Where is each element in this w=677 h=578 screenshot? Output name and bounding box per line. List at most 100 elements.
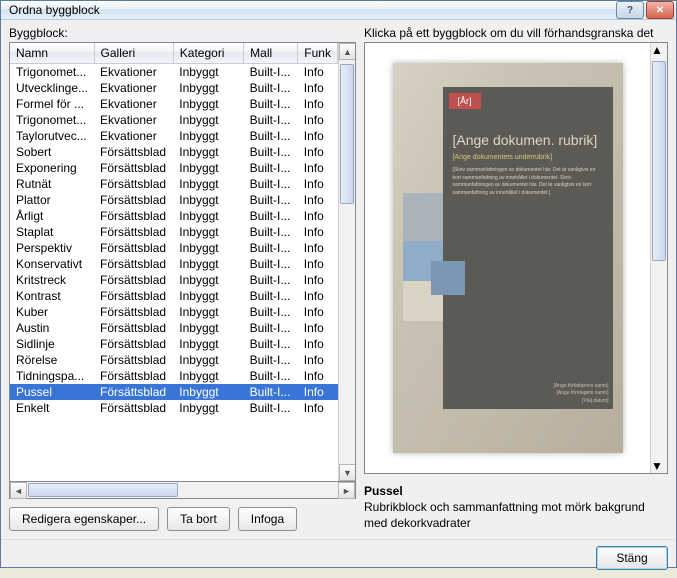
scroll-track[interactable] [339,60,355,464]
titlebar: Ordna byggblock ? ✕ [1,1,676,20]
cell-kategori: Inbyggt [173,80,243,96]
cell-kategori: Inbyggt [173,128,243,144]
vertical-scrollbar[interactable]: ▲ ▼ [338,43,355,481]
cell-mall: Built-I... [244,336,298,352]
col-kategori[interactable]: Kategori [173,43,243,64]
table-row[interactable]: PusselFörsättsbladInbyggtBuilt-I...Info [10,384,338,400]
col-mall[interactable]: Mall [244,43,298,64]
scroll-down-icon[interactable]: ▼ [651,459,667,473]
cell-kategori: Inbyggt [173,240,243,256]
cell-mall: Built-I... [244,240,298,256]
scroll-down-icon[interactable]: ▼ [339,464,356,481]
cell-funk: Info [298,240,338,256]
cell-galleri: Försättsblad [94,144,173,160]
col-galleri[interactable]: Galleri [94,43,173,64]
left-label: Byggblock: [9,26,356,40]
right-pane: Klicka på ett byggblock om du vill förha… [364,26,668,531]
table-row[interactable]: SobertFörsättsbladInbyggtBuilt-I...Info [10,144,338,160]
table-row[interactable]: KontrastFörsättsbladInbyggtBuilt-I...Inf… [10,288,338,304]
cell-name: Sobert [10,144,94,160]
cell-kategori: Inbyggt [173,352,243,368]
scroll-thumb[interactable] [340,64,354,204]
cell-galleri: Försättsblad [94,320,173,336]
scroll-right-icon[interactable]: ► [338,482,355,499]
cell-kategori: Inbyggt [173,160,243,176]
cell-mall: Built-I... [244,112,298,128]
cell-name: Utvecklinge... [10,80,94,96]
edit-properties-button[interactable]: Redigera egenskaper... [9,507,159,531]
cell-mall: Built-I... [244,256,298,272]
table-row[interactable]: Taylorutvec...EkvationerInbyggtBuilt-I..… [10,128,338,144]
insert-button[interactable]: Infoga [238,507,297,531]
preview-footer-line: [Välj datum] [553,398,608,406]
preview-footer-line: [Ange författarens namn] [553,383,608,391]
preview-scroll-thumb[interactable] [652,61,666,261]
table-row[interactable]: AustinFörsättsbladInbyggtBuilt-I...Info [10,320,338,336]
cell-funk: Info [298,320,338,336]
preview-info: Pussel Rubrikblock och sammanfattning mo… [364,480,668,531]
cell-kategori: Inbyggt [173,368,243,384]
scroll-left-icon[interactable]: ◄ [10,482,27,499]
cell-galleri: Försättsblad [94,288,173,304]
cell-funk: Info [298,368,338,384]
cell-name: Rörelse [10,352,94,368]
table-row[interactable]: PlattorFörsättsbladInbyggtBuilt-I...Info [10,192,338,208]
preview-year-badge: [År] [449,93,481,109]
table-row[interactable]: SidlinjeFörsättsbladInbyggtBuilt-I...Inf… [10,336,338,352]
preview-scrollbar[interactable]: ▲ ▼ [650,43,667,473]
table-row[interactable]: PerspektivFörsättsbladInbyggtBuilt-I...I… [10,240,338,256]
cell-kategori: Inbyggt [173,144,243,160]
table-row[interactable]: ExponeringFörsättsbladInbyggtBuilt-I...I… [10,160,338,176]
table-row[interactable]: KonservativtFörsättsbladInbyggtBuilt-I..… [10,256,338,272]
delete-button[interactable]: Ta bort [167,507,230,531]
help-button[interactable]: ? [616,1,644,19]
table-row[interactable]: Formel för ...EkvationerInbyggtBuilt-I..… [10,96,338,112]
cell-mall: Built-I... [244,144,298,160]
cell-galleri: Försättsblad [94,272,173,288]
cell-mall: Built-I... [244,208,298,224]
cell-galleri: Försättsblad [94,176,173,192]
preview-scroll-track[interactable] [651,57,667,459]
cell-mall: Built-I... [244,96,298,112]
cell-name: Formel för ... [10,96,94,112]
cell-name: Kritstreck [10,272,94,288]
cell-mall: Built-I... [244,400,298,416]
cell-funk: Info [298,384,338,400]
cell-name: Kontrast [10,288,94,304]
cell-name: Trigonomet... [10,64,94,81]
cell-mall: Built-I... [244,224,298,240]
table-row[interactable]: KritstreckFörsättsbladInbyggtBuilt-I...I… [10,272,338,288]
cell-funk: Info [298,176,338,192]
hscroll-thumb[interactable] [28,483,178,497]
table-row[interactable]: EnkeltFörsättsbladInbyggtBuilt-I...Info [10,400,338,416]
table-row[interactable]: RörelseFörsättsbladInbyggtBuilt-I...Info [10,352,338,368]
cell-galleri: Försättsblad [94,192,173,208]
close-button[interactable]: Stäng [596,546,668,570]
table-row[interactable]: ÅrligtFörsättsbladInbyggtBuilt-I...Info [10,208,338,224]
cell-kategori: Inbyggt [173,256,243,272]
cell-galleri: Ekvationer [94,112,173,128]
scroll-up-icon[interactable]: ▲ [651,43,667,57]
cell-galleri: Försättsblad [94,352,173,368]
table-row[interactable]: Trigonomet...EkvationerInbyggtBuilt-I...… [10,64,338,81]
dialog-window: Ordna byggblock ? ✕ Byggblock: Namn Gall… [0,0,677,568]
cell-mall: Built-I... [244,272,298,288]
table-row[interactable]: Utvecklinge...EkvationerInbyggtBuilt-I..… [10,80,338,96]
horizontal-scrollbar[interactable]: ◄ ► [9,482,356,499]
cell-galleri: Ekvationer [94,64,173,81]
close-window-button[interactable]: ✕ [646,1,674,19]
cell-funk: Info [298,112,338,128]
table-row[interactable]: Tidningspa...FörsättsbladInbyggtBuilt-I.… [10,368,338,384]
cell-name: Exponering [10,160,94,176]
table-row[interactable]: RutnätFörsättsbladInbyggtBuilt-I...Info [10,176,338,192]
col-funk[interactable]: Funk [298,43,338,64]
cell-galleri: Försättsblad [94,400,173,416]
hscroll-track[interactable] [27,482,338,498]
cell-funk: Info [298,288,338,304]
col-name[interactable]: Namn [10,43,94,64]
table-row[interactable]: Trigonomet...EkvationerInbyggtBuilt-I...… [10,112,338,128]
cell-mall: Built-I... [244,320,298,336]
table-row[interactable]: StaplatFörsättsbladInbyggtBuilt-I...Info [10,224,338,240]
table-row[interactable]: KuberFörsättsbladInbyggtBuilt-I...Info [10,304,338,320]
scroll-up-icon[interactable]: ▲ [339,43,356,60]
